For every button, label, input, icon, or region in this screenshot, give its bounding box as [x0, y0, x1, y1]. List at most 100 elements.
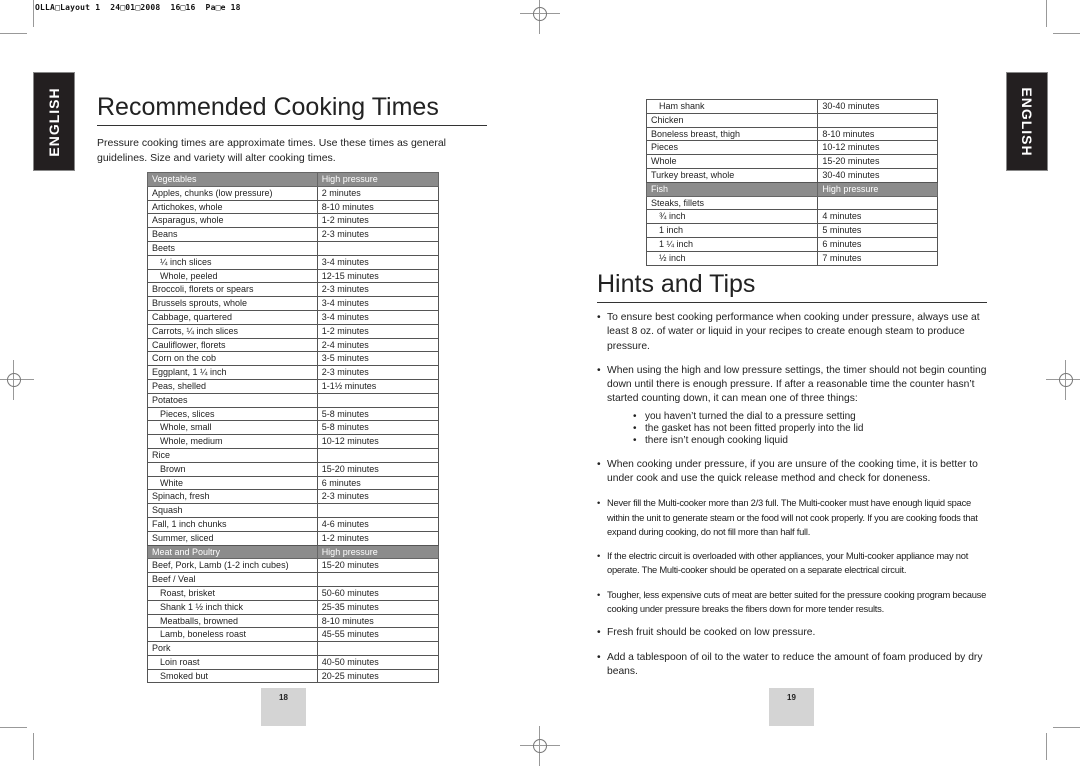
- cooking-time: 1-2 minutes: [316, 323, 440, 339]
- cooking-time: 6 minutes: [316, 475, 440, 491]
- food-item: ½ inch: [645, 250, 819, 266]
- cooking-time: 15-20 minutes: [817, 154, 938, 169]
- food-item: Broccoli, florets or spears: [147, 282, 318, 298]
- food-item: Whole, small: [147, 420, 318, 436]
- crop-mark: [33, 733, 34, 760]
- food-item: Brussels sprouts, whole: [147, 296, 318, 311]
- table-row: Whole 15-20 minutes: [645, 154, 938, 169]
- print-slug: OLLA□Layout 1 24□01□2008 16□16 Pa□e 18: [35, 3, 241, 12]
- table-row: Beef, Pork, Lamb (1-2 inch cubes) 15-20 m…: [147, 558, 440, 574]
- cooking-time: 15-20 minutes: [316, 461, 440, 477]
- bullet-icon: •: [597, 312, 601, 323]
- table-row: Whole, small 5-8 minutes: [147, 420, 440, 436]
- bullet-icon: •: [597, 364, 601, 376]
- table-row: Turkey breast, whole 30-40 minutes: [645, 167, 938, 183]
- food-item: Apples, chunks (low pressure): [147, 185, 318, 201]
- table-row: Carrots, ¼ inch slices 1-2 minutes: [147, 323, 440, 339]
- tip-text: When using the high and low pressure set…: [607, 364, 987, 405]
- bullet-icon: •: [597, 588, 601, 600]
- food-item: Cabbage, quartered: [147, 309, 318, 325]
- cooking-time: [316, 641, 440, 656]
- table-row: Meatballs, browned 8-10 minutes: [147, 613, 440, 629]
- food-item: Pieces: [645, 140, 819, 156]
- cooking-time: [316, 240, 440, 256]
- table-row: Squash: [147, 503, 440, 518]
- food-item: Whole, peeled: [147, 268, 318, 284]
- table-row: White 6 minutes: [147, 475, 440, 491]
- food-item: 1 ¼ inch: [645, 236, 819, 252]
- tip-text: When cooking under pressure, if you are …: [607, 458, 978, 484]
- tip-text: If the electric circuit is overloaded wi…: [607, 550, 969, 576]
- tip-text: Fresh fruit should be cooked on low pres…: [607, 627, 816, 639]
- sub-list-item: • you haven’t turned the dial to a pressu…: [633, 411, 987, 423]
- language-tab-label: ENGLISH: [1019, 86, 1035, 157]
- food-item: Beef, Pork, Lamb (1-2 inch cubes): [147, 558, 318, 574]
- table-row: Eggplant, 1 ¼ inch 2-3 minutes: [147, 365, 440, 380]
- cooking-time: 8-10 minutes: [316, 199, 440, 215]
- language-tab-right: ENGLISH: [1006, 72, 1048, 171]
- food-item: Smoked but: [147, 668, 318, 684]
- table-row: Beans 2-3 minutes: [147, 227, 440, 242]
- cooking-time: 2 minutes: [316, 185, 440, 201]
- cooking-time: 6 minutes: [817, 236, 938, 252]
- crop-mark: [33, 0, 34, 27]
- table-row: 1 ¼ inch 6 minutes: [645, 236, 938, 252]
- cooking-time: [817, 195, 938, 211]
- section-label: Vegetables: [147, 172, 318, 187]
- bullet-icon: •: [633, 423, 637, 435]
- table-row: ¼ inch slices 3-4 minutes: [147, 254, 440, 270]
- bullet-icon: •: [633, 435, 637, 447]
- food-item: ¾ inch: [645, 209, 819, 225]
- food-item: Lamb, boneless roast: [147, 627, 318, 643]
- tips-list: • To ensure best cooking performance when…: [597, 311, 987, 679]
- table-row: Apples, chunks (low pressure) 2 minutes: [147, 185, 440, 201]
- table-row: Summer, sliced 1-2 minutes: [147, 530, 440, 546]
- food-item: Beets: [147, 240, 318, 256]
- table-row: Shank 1 ½ inch thick 25-35 minutes: [147, 599, 440, 615]
- table-row: ¾ inch 4 minutes: [645, 209, 938, 225]
- crop-mark: [1046, 0, 1047, 27]
- hints-title: Hints and Tips: [597, 270, 987, 303]
- cooking-time: 4 minutes: [817, 209, 938, 225]
- food-item: Fall, 1 inch chunks: [147, 516, 318, 532]
- crop-mark: [0, 33, 27, 34]
- cooking-time: 30-40 minutes: [817, 99, 938, 114]
- table-row: Pieces 10-12 minutes: [645, 140, 938, 156]
- cooking-time: 5-8 minutes: [316, 406, 440, 422]
- food-item: Asparagus, whole: [147, 213, 318, 229]
- cooking-time: [316, 392, 440, 408]
- tip-text: Tougher, less expensive cuts of meat are…: [607, 588, 987, 615]
- table-row: 1 inch 5 minutes: [645, 223, 938, 238]
- food-item: Meatballs, browned: [147, 613, 318, 629]
- cooking-time: 15-20 minutes: [316, 558, 440, 574]
- cooking-times-table-continued: Ham shank 30-40 minutes Chicken Boneless br…: [645, 99, 938, 266]
- cooking-time: 3-4 minutes: [316, 296, 440, 311]
- cooking-time: 3-5 minutes: [316, 351, 440, 367]
- cooking-time: 1-2 minutes: [316, 213, 440, 229]
- table-section-header: Vegetables High pressure: [147, 172, 440, 187]
- food-item: White: [147, 475, 318, 491]
- table-row: Peas, shelled 1-1½ minutes: [147, 378, 440, 394]
- tip-text: To ensure best cooking performance when …: [607, 312, 980, 352]
- registration-mark-icon: [520, 726, 560, 766]
- food-item: Beef / Veal: [147, 572, 318, 587]
- food-item: Whole, medium: [147, 434, 318, 449]
- cooking-time: 40-50 minutes: [316, 654, 440, 670]
- food-item: Loin roast: [147, 654, 318, 670]
- cooking-times-table: Vegetables High pressure Apples, chunks (l…: [147, 172, 440, 684]
- cooking-time: [316, 447, 440, 463]
- table-row: Roast, brisket 50-60 minutes: [147, 585, 440, 601]
- food-item: Steaks, fillets: [645, 195, 819, 211]
- registration-mark-icon: [0, 360, 34, 400]
- page-title: Recommended Cooking Times: [97, 93, 487, 126]
- cooking-time: 50-60 minutes: [316, 585, 440, 601]
- food-item: Spinach, fresh: [147, 489, 318, 505]
- bullet-icon: •: [597, 627, 601, 639]
- table-row: Lamb, boneless roast 45-55 minutes: [147, 627, 440, 643]
- table-section-header: Fish High pressure: [645, 181, 938, 197]
- cooking-time: [316, 503, 440, 518]
- table-row: Corn on the cob 3-5 minutes: [147, 351, 440, 367]
- food-item: Ham shank: [645, 99, 819, 114]
- column-header-pressure: High pressure: [817, 181, 938, 197]
- cooking-time: [316, 572, 440, 587]
